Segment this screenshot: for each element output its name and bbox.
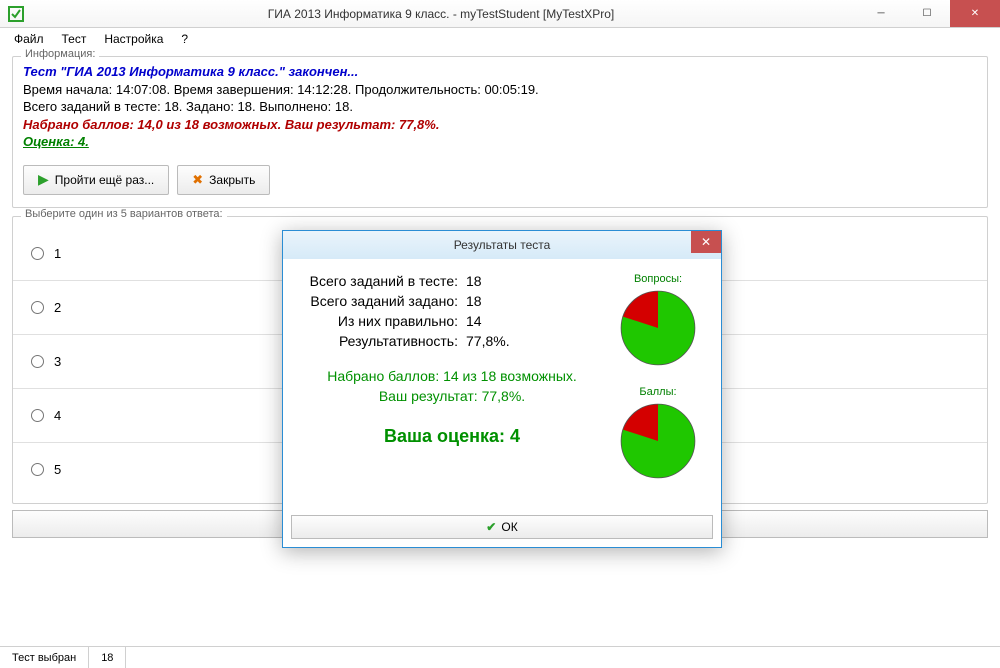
menu-test[interactable]: Тест bbox=[54, 30, 95, 48]
dialog-grade: Ваша оценка: 4 bbox=[301, 426, 603, 447]
answer-label-4: 4 bbox=[54, 408, 61, 423]
stat-asked-value: 18 bbox=[466, 293, 482, 309]
info-panel-label: Информация: bbox=[21, 48, 99, 60]
retry-button[interactable]: ▶ Пройти ещё раз... bbox=[23, 165, 169, 195]
chart-points-label: Баллы: bbox=[613, 386, 703, 398]
window-controls: ─ ☐ ✕ bbox=[858, 0, 1000, 27]
answers-panel-label: Выберите один из 5 вариантов ответа: bbox=[21, 208, 227, 220]
dialog-ok-button[interactable]: ✔ ОК bbox=[291, 515, 713, 539]
answer-radio-5[interactable] bbox=[31, 463, 44, 476]
answer-radio-1[interactable] bbox=[31, 247, 44, 260]
answer-radio-2[interactable] bbox=[31, 301, 44, 314]
close-button-label: Закрыть bbox=[209, 173, 255, 187]
stat-correct-value: 14 bbox=[466, 313, 482, 329]
check-icon: ✔ bbox=[486, 520, 496, 534]
app-icon bbox=[8, 6, 24, 22]
status-test-selected: Тест выбран bbox=[0, 647, 89, 668]
window-title: ГИА 2013 Информатика 9 класс. - myTestSt… bbox=[24, 7, 858, 21]
play-icon: ▶ bbox=[38, 171, 49, 188]
close-button[interactable]: ✖ Закрыть bbox=[177, 165, 270, 195]
stat-asked-label: Всего заданий задано: bbox=[301, 293, 466, 309]
answer-label-1: 1 bbox=[54, 246, 61, 261]
info-tasks: Всего заданий в тесте: 18. Задано: 18. В… bbox=[23, 98, 977, 116]
info-test-finished: Тест "ГИА 2013 Информатика 9 класс." зак… bbox=[23, 63, 977, 81]
menu-file[interactable]: Файл bbox=[6, 30, 52, 48]
answer-radio-3[interactable] bbox=[31, 355, 44, 368]
pie-chart-questions bbox=[617, 287, 699, 369]
info-timing: Время начала: 14:07:08. Время завершения… bbox=[23, 81, 977, 99]
stat-total-value: 18 bbox=[466, 273, 482, 289]
info-score: Набрано баллов: 14,0 из 18 возможных. Ва… bbox=[23, 116, 977, 134]
results-dialog: Результаты теста ✕ Всего заданий в тесте… bbox=[282, 230, 722, 548]
dialog-score-line2: Ваш результат: 77,8%. bbox=[301, 387, 603, 407]
stat-result-value: 77,8%. bbox=[466, 333, 510, 349]
close-window-button[interactable]: ✕ bbox=[950, 0, 1000, 27]
maximize-button[interactable]: ☐ bbox=[904, 0, 950, 27]
title-bar: ГИА 2013 Информатика 9 класс. - myTestSt… bbox=[0, 0, 1000, 28]
menu-settings[interactable]: Настройка bbox=[96, 30, 171, 48]
stat-total-label: Всего заданий в тесте: bbox=[301, 273, 466, 289]
minimize-button[interactable]: ─ bbox=[858, 0, 904, 27]
pie-chart-points bbox=[617, 400, 699, 482]
dialog-title-bar: Результаты теста ✕ bbox=[283, 231, 721, 259]
dialog-close-button[interactable]: ✕ bbox=[691, 231, 721, 253]
menu-bar: Файл Тест Настройка ? bbox=[0, 28, 1000, 50]
info-panel: Информация: Тест "ГИА 2013 Информатика 9… bbox=[12, 56, 988, 208]
dialog-ok-label: ОК bbox=[501, 520, 517, 534]
retry-button-label: Пройти ещё раз... bbox=[55, 173, 154, 187]
chart-questions-label: Вопросы: bbox=[613, 273, 703, 285]
dialog-title: Результаты теста bbox=[454, 238, 551, 252]
answer-label-5: 5 bbox=[54, 462, 61, 477]
answer-label-2: 2 bbox=[54, 300, 61, 315]
close-icon: ✖ bbox=[192, 172, 203, 188]
status-count: 18 bbox=[89, 647, 126, 668]
stat-correct-label: Из них правильно: bbox=[301, 313, 466, 329]
answer-radio-4[interactable] bbox=[31, 409, 44, 422]
info-grade: Оценка: 4. bbox=[23, 133, 977, 151]
menu-help[interactable]: ? bbox=[173, 30, 196, 48]
status-bar: Тест выбран 18 bbox=[0, 646, 1000, 668]
answer-label-3: 3 bbox=[54, 354, 61, 369]
dialog-score-line1: Набрано баллов: 14 из 18 возможных. bbox=[301, 367, 603, 387]
stat-result-label: Результативность: bbox=[301, 333, 466, 349]
